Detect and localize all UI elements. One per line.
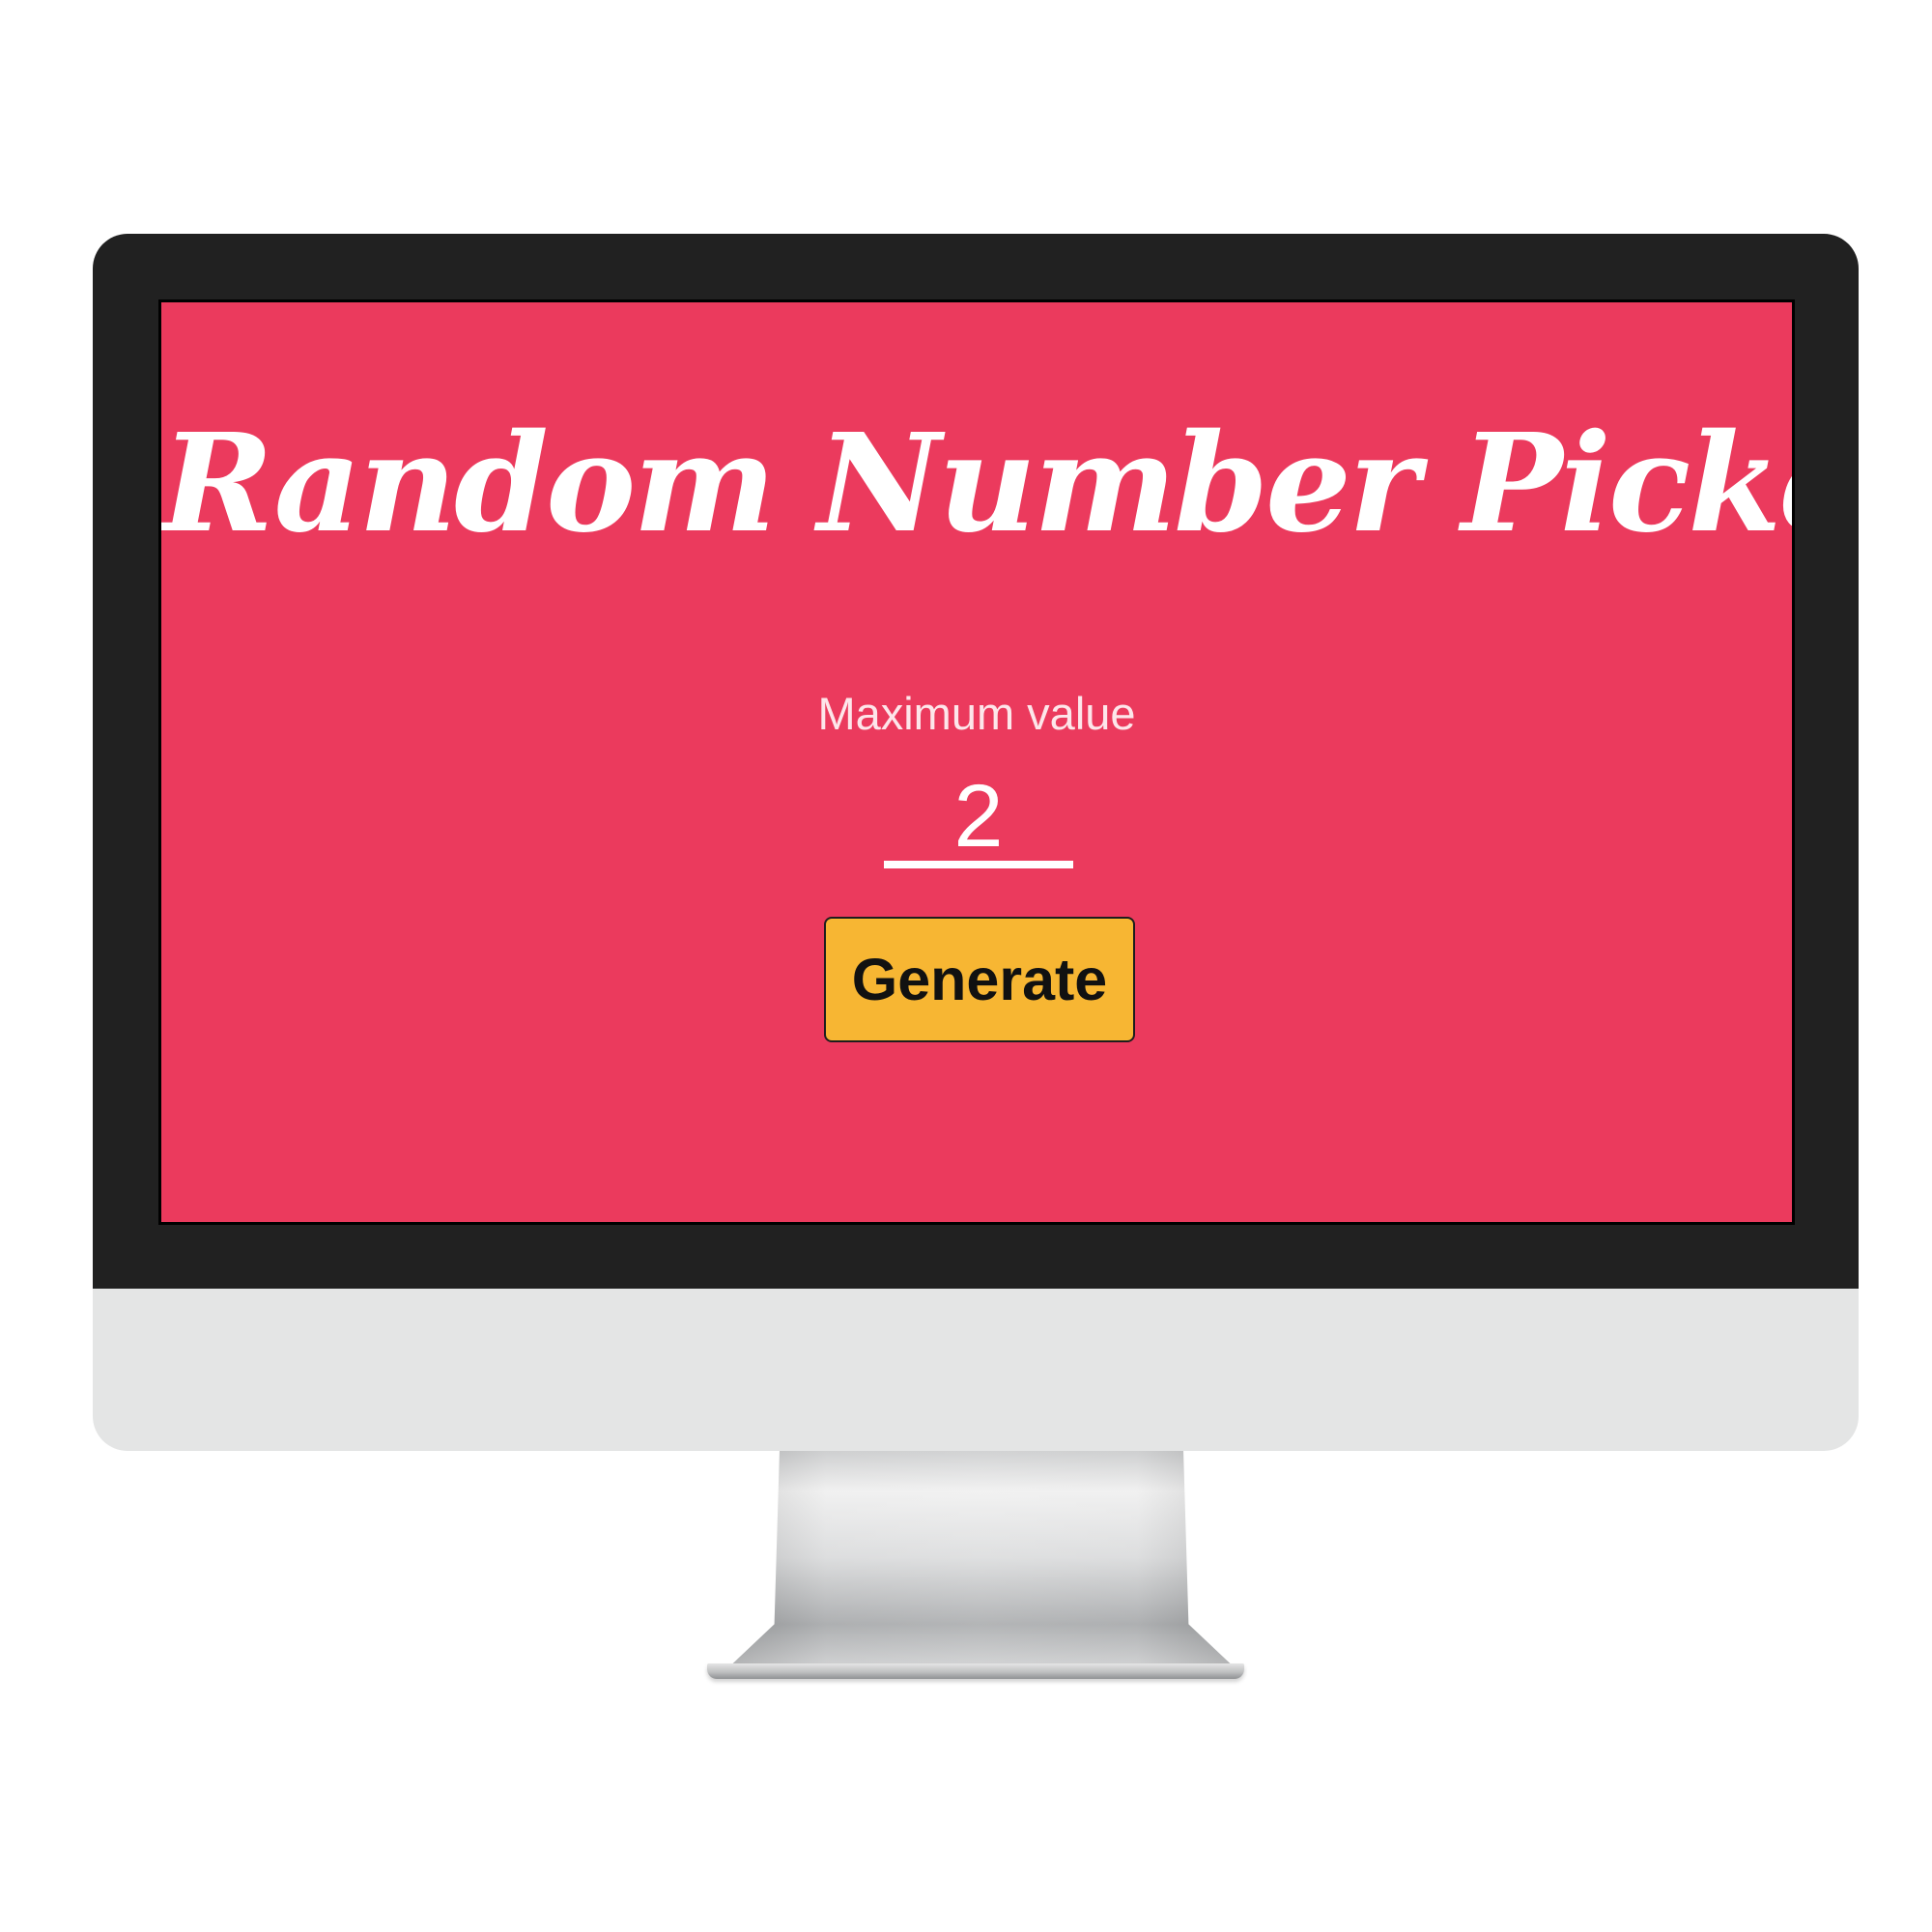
page: Random Number Picker Maximum value Gener… bbox=[0, 0, 1932, 1932]
monitor-stand-base bbox=[707, 1663, 1244, 1679]
page-title: Random Number Picker bbox=[161, 405, 1795, 563]
maximum-value-input[interactable] bbox=[884, 772, 1073, 868]
monitor-stand-neck bbox=[723, 1451, 1240, 1673]
monitor-screen: Random Number Picker Maximum value Gener… bbox=[158, 299, 1795, 1225]
maximum-value-label: Maximum value bbox=[817, 688, 1136, 739]
generate-button[interactable]: Generate bbox=[824, 917, 1135, 1042]
monitor-chin bbox=[93, 1289, 1859, 1451]
